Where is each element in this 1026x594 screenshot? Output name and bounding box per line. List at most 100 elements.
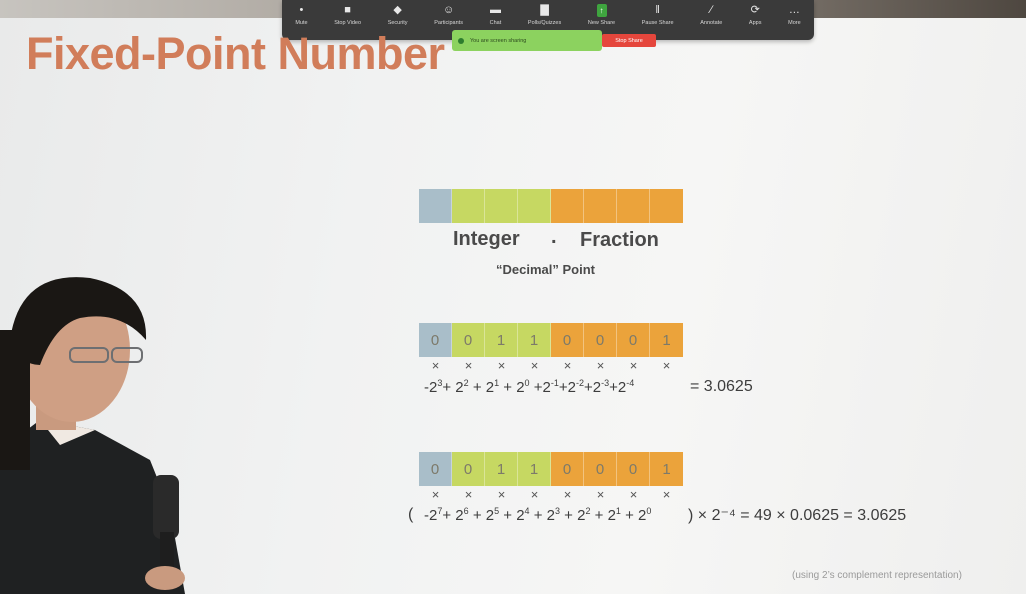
pen-icon: ∕	[710, 4, 713, 16]
toolbar-apps-button[interactable]: ⟳ Apps	[749, 0, 762, 26]
multiply-mark: ×	[530, 487, 539, 502]
toolbar-label: Stop Video	[334, 20, 362, 26]
example1-multiply-row: × × × × × × × ×	[419, 358, 683, 373]
toolbar-pause-share-button[interactable]: ‖ Pause Share	[642, 0, 674, 26]
example2-multiply-row: × × × × × × × ×	[419, 487, 683, 502]
formula-term-exponent: -1	[550, 378, 559, 388]
formula-term-base: + 2	[499, 507, 525, 524]
toolbar-participants-button[interactable]: ☺ Participants	[434, 0, 463, 26]
formula-term-exponent: 0	[646, 506, 652, 516]
formula-term-base: +2	[558, 379, 576, 396]
fraction-label: Fraction	[580, 229, 659, 251]
bit-cell: 0	[452, 323, 485, 357]
toolbar-chat-button[interactable]: ▬ Chat	[490, 0, 502, 26]
toolbar-label: Polls/Quizzes	[527, 20, 562, 26]
sign-bit-cell	[419, 189, 452, 223]
bit-cell: 0	[617, 452, 650, 486]
integer-bit-cell	[452, 189, 485, 223]
fraction-bit-cell	[584, 189, 617, 223]
formula-term-base: + 2	[442, 379, 464, 396]
integer-label: Integer	[453, 228, 520, 250]
multiply-mark: ×	[596, 358, 605, 373]
toolbar-annotate-button[interactable]: ∕ Annotate	[700, 0, 722, 26]
polls-icon: ▇	[540, 4, 549, 16]
toolbar-new-share-button[interactable]: ↑ New Share	[588, 0, 615, 26]
fraction-bit-cell	[617, 189, 650, 223]
bit-cell: 0	[452, 452, 485, 486]
stop-share-label: Stop Share	[615, 37, 643, 44]
bit-cell: 0	[617, 323, 650, 357]
bit-cell: 1	[485, 323, 518, 357]
bit-cell: 1	[650, 323, 683, 357]
bit-cell: 1	[518, 323, 551, 357]
integer-bit-cell	[518, 189, 551, 223]
bit-cell: 1	[518, 452, 551, 486]
bit-cell: 0	[584, 452, 617, 486]
formula-term-base: + 2	[590, 507, 616, 524]
multiply-mark: ×	[629, 487, 638, 502]
formula-term-exponent: -3	[601, 378, 610, 388]
formula-term-base: +2	[583, 379, 602, 396]
participants-icon: ☺	[442, 4, 455, 16]
toolbar-label: More	[788, 20, 801, 26]
formula-term-base: + 2	[560, 507, 586, 524]
formula-term-base: + 2	[468, 507, 495, 524]
shield-icon: ◆	[393, 4, 402, 16]
sharing-status-text: You are screen sharing	[470, 37, 527, 44]
toolbar-mute-button[interactable]: • Mute	[295, 0, 307, 26]
microphone-icon: •	[299, 4, 304, 16]
toolbar-label: Chat	[489, 20, 502, 26]
multiply-mark: ×	[563, 358, 572, 373]
pause-icon: ‖	[655, 4, 660, 16]
multiply-mark: ×	[596, 487, 605, 502]
bit-cell: 1	[485, 452, 518, 486]
multiply-mark: ×	[497, 487, 506, 502]
more-icon: …	[788, 4, 800, 16]
chat-icon: ▬	[489, 4, 501, 16]
formula-term-base: + 2	[529, 507, 555, 524]
toolbar-label: New Share	[587, 20, 616, 26]
apps-icon: ⟳	[750, 4, 760, 16]
formula-term-base: + 2	[442, 507, 464, 524]
multiply-mark: ×	[530, 358, 539, 373]
footnote: (using 2’s complement representation)	[792, 570, 962, 581]
sharing-indicator-icon	[458, 37, 464, 44]
format-bit-diagram	[419, 189, 683, 223]
multiply-mark: ×	[431, 487, 440, 502]
bit-cell: 0	[551, 452, 584, 486]
fraction-bit-cell	[551, 189, 584, 223]
stop-share-button[interactable]: Stop Share	[602, 34, 656, 47]
multiply-mark: ×	[464, 358, 473, 373]
example2-bit-row: 00110001	[419, 452, 683, 486]
multiply-mark: ×	[497, 358, 506, 373]
bit-cell: 0	[584, 323, 617, 357]
presenter-figure	[0, 277, 185, 594]
example2-result: ) × 2⁻⁴ = 49 × 0.0625 = 3.0625	[688, 507, 907, 524]
multiply-mark: ×	[563, 487, 572, 502]
example1-result: = 3.0625	[690, 378, 753, 395]
toolbar-more-button[interactable]: … More	[788, 0, 801, 26]
share-icon: ↑	[596, 4, 607, 17]
video-icon: ■	[344, 4, 351, 16]
example2-formula: -27+ 26 + 25 + 24 + 23 + 22 + 21 + 20	[424, 506, 651, 524]
bit-cell: 0	[419, 452, 452, 486]
formula-term-base: -2	[424, 507, 438, 524]
point-label: .	[551, 226, 557, 248]
slide-title: Fixed-Point Number	[26, 28, 445, 79]
example1-formula: -23+ 22 + 21 + 20 +2-1+2-2+2-3+2-4	[424, 378, 634, 396]
bit-cell: 1	[650, 452, 683, 486]
toolbar-label: Annotate	[700, 20, 723, 26]
bit-cell: 0	[551, 323, 584, 357]
formula-term-base: + 2	[620, 507, 647, 524]
integer-bit-cell	[485, 189, 518, 223]
screen-sharing-status[interactable]: You are screen sharing	[452, 30, 602, 51]
formula-term-base: + 2	[499, 379, 525, 396]
formula-term-base: +2	[609, 379, 627, 396]
formula-term-base: + 2	[468, 379, 495, 396]
toolbar-polls-quizzes-button[interactable]: ▇ Polls/Quizzes	[528, 0, 561, 26]
toolbar-label: Security	[387, 20, 408, 26]
toolbar-stop-video-button[interactable]: ■ Stop Video	[334, 0, 361, 26]
toolbar-security-button[interactable]: ◆ Security	[388, 0, 408, 26]
multiply-mark: ×	[662, 487, 671, 502]
toolbar-label: Mute	[295, 20, 308, 26]
